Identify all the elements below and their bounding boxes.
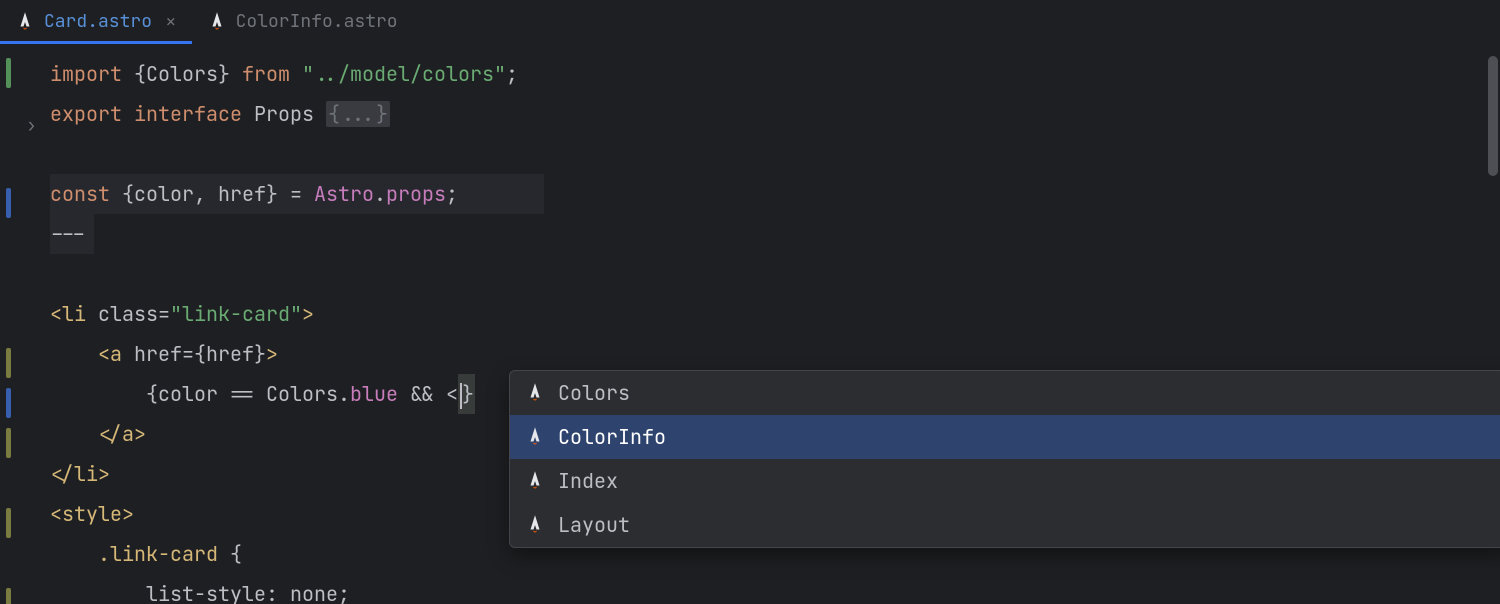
gutter: ›	[0, 44, 50, 604]
token-prop: list-style	[146, 581, 266, 604]
autocomplete-label: Layout	[558, 512, 630, 538]
token-pur: props	[386, 181, 446, 207]
astro-icon	[526, 426, 544, 448]
token-kw: const	[50, 181, 110, 207]
gutter-change-mark[interactable]	[6, 348, 11, 378]
gutter-change-mark[interactable]	[6, 188, 11, 218]
autocomplete-item[interactable]: Layout	[510, 503, 1500, 547]
autocomplete-item[interactable]: Colors	[510, 371, 1500, 415]
token-def: : none;	[266, 581, 350, 604]
astro-icon	[526, 514, 544, 536]
code-line[interactable]: const {color, href} = Astro.props;	[50, 174, 1500, 214]
token-def	[86, 301, 98, 327]
token-def: {href}	[194, 341, 266, 367]
token-str: "../model/colors"	[302, 61, 506, 87]
tab-card-astro[interactable]: Card.astro ✕	[0, 0, 192, 43]
code-line[interactable]: <a href={href}>	[50, 334, 1500, 374]
tab-label: Card.astro	[44, 10, 152, 33]
token-def: {	[218, 541, 242, 567]
token-tag: </a>	[98, 421, 146, 447]
gutter-change-mark[interactable]	[6, 388, 11, 418]
astro-icon	[208, 11, 226, 33]
astro-icon	[526, 470, 544, 492]
tabs-bar: Card.astro ✕ ColorInfo.astro	[0, 0, 1500, 44]
token-def: ---	[50, 221, 86, 247]
token-tag: >	[266, 341, 278, 367]
astro-icon	[16, 11, 34, 33]
token-tag: >	[302, 301, 314, 327]
token-def: {color, href} =	[110, 181, 314, 207]
token-def: {color == Colors.	[146, 381, 350, 407]
token-def	[122, 341, 134, 367]
token-def: {Colors}	[122, 61, 242, 87]
token-tag: <a	[98, 341, 122, 367]
token-def: ;	[506, 61, 518, 87]
astro-icon	[526, 382, 544, 404]
token-tag: <style>	[50, 501, 134, 527]
token-def: && <	[398, 381, 458, 407]
code-line[interactable]: export interface Props {...}	[50, 94, 1500, 134]
token-tag: </li>	[50, 461, 110, 487]
fold-arrow-icon[interactable]: ›	[26, 114, 37, 137]
token-def: .	[374, 181, 386, 207]
token-tag: <li	[50, 301, 86, 327]
gutter-change-mark[interactable]	[6, 508, 11, 538]
code-line[interactable]	[50, 254, 1500, 294]
vertical-scrollbar[interactable]	[1486, 44, 1500, 604]
code-line[interactable]: import {Colors} from "../model/colors";	[50, 54, 1500, 94]
gutter-change-mark[interactable]	[6, 588, 11, 604]
token-def	[290, 61, 302, 87]
gutter-change-mark[interactable]	[6, 428, 11, 458]
token-sel: .link-card	[98, 541, 218, 567]
code-line[interactable]: list-style: none;	[50, 574, 1500, 604]
token-fold: {...}	[326, 101, 390, 127]
scroll-thumb[interactable]	[1488, 56, 1498, 176]
token-pur: Astro	[314, 181, 374, 207]
token-kw: from	[242, 61, 290, 87]
tab-colorinfo-astro[interactable]: ColorInfo.astro	[192, 0, 414, 43]
autocomplete-label: Index	[558, 468, 618, 494]
autocomplete-popup[interactable]: Colors ColorInfo Index Layout	[509, 370, 1500, 548]
token-kw: export interface	[50, 101, 242, 127]
token-str: "link-card"	[170, 301, 302, 327]
token-attr: href=	[134, 341, 194, 367]
token-attr: class=	[98, 301, 170, 327]
token-def: Props	[242, 101, 326, 127]
token-kw: import	[50, 61, 122, 87]
autocomplete-item[interactable]: ColorInfo	[510, 415, 1500, 459]
tab-label: ColorInfo.astro	[236, 10, 398, 33]
caret: }	[458, 374, 475, 414]
token-pur: blue	[350, 381, 398, 407]
autocomplete-item[interactable]: Index	[510, 459, 1500, 503]
autocomplete-label: Colors	[558, 380, 630, 406]
token-def: ;	[446, 181, 458, 207]
code-line[interactable]	[50, 134, 1500, 174]
autocomplete-label: ColorInfo	[558, 424, 666, 450]
gutter-change-mark[interactable]	[6, 58, 11, 88]
code-line[interactable]: <li class="link-card">	[50, 294, 1500, 334]
close-icon[interactable]: ✕	[166, 11, 176, 32]
code-line[interactable]: ---	[50, 214, 1500, 254]
